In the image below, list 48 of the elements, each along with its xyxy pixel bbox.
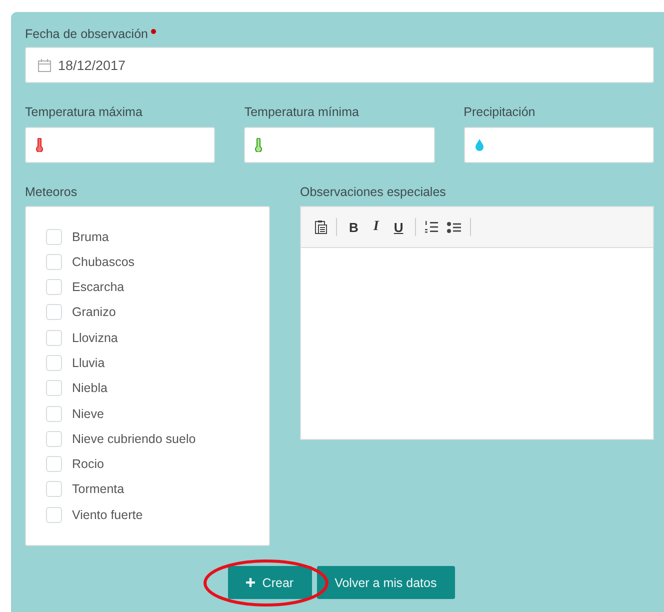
checkbox-label: Niebla: [72, 381, 108, 396]
date-field[interactable]: 18/12/2017: [25, 47, 654, 83]
checkbox[interactable]: [46, 330, 62, 346]
checkbox-label: Viento fuerte: [72, 508, 143, 522]
thermometer-icon: [36, 138, 43, 152]
checkbox[interactable]: [46, 354, 62, 371]
field-label: Meteoros: [25, 184, 78, 200]
checkbox-label: Lluvia: [72, 356, 105, 370]
date-value: 18/12/2017: [58, 58, 126, 72]
checkbox[interactable]: [46, 456, 62, 472]
paste-icon[interactable]: [315, 220, 327, 234]
checkbox-label: Escarcha: [72, 280, 124, 294]
checkbox-label: Nieve: [72, 406, 104, 421]
checkbox[interactable]: [46, 430, 62, 447]
checkbox-label: Nieve cubriendo suelo: [72, 432, 196, 446]
bullet-list-icon[interactable]: [447, 222, 462, 232]
thermometer-icon: [255, 138, 262, 152]
checkbox[interactable]: [46, 228, 62, 244]
input-field[interactable]: [244, 127, 435, 163]
checkbox[interactable]: [46, 506, 62, 523]
plus-icon: [246, 578, 256, 587]
checkbox-label: Bruma: [72, 230, 109, 244]
checkbox[interactable]: [46, 254, 62, 270]
input-field[interactable]: [464, 127, 654, 163]
water-drop-icon: [474, 139, 484, 151]
bold-button[interactable]: B: [346, 220, 362, 234]
checkbox-label: Rocio: [72, 457, 104, 472]
field-label: Temperatura máxima: [25, 104, 144, 120]
checkbox[interactable]: [46, 304, 62, 320]
checkbox[interactable]: [46, 380, 62, 396]
back-button[interactable]: Volver a mis datos: [316, 566, 455, 599]
field-label: Observaciones especiales: [300, 184, 447, 200]
checkbox[interactable]: [46, 481, 62, 498]
input-field[interactable]: [25, 127, 216, 163]
numbered-list-icon[interactable]: [425, 221, 438, 233]
checkbox-label: Tormenta: [72, 482, 124, 496]
checkbox-label: Llovizna: [72, 330, 118, 345]
calendar-icon: [38, 58, 51, 72]
create-button[interactable]: Crear: [228, 566, 312, 599]
checkbox[interactable]: [46, 279, 62, 296]
italic-button[interactable]: I: [370, 219, 382, 235]
field-label: Precipitación: [464, 104, 536, 120]
field-label: Fecha de observación: [25, 26, 148, 42]
checkbox[interactable]: [46, 406, 62, 422]
underline-button[interactable]: U: [390, 220, 406, 234]
field-label: Temperatura mínima: [244, 104, 360, 120]
checkbox-label: Chubascos: [72, 254, 135, 269]
checkbox-label: Granizo: [72, 305, 116, 320]
